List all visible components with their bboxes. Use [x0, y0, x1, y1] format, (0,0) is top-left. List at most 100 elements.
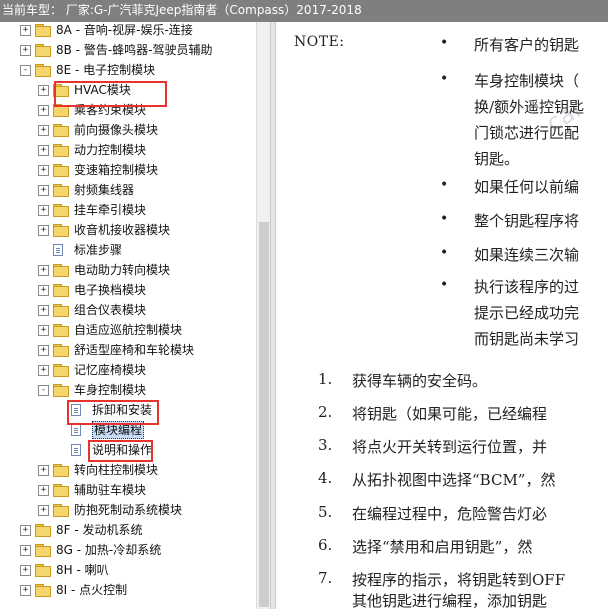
tree-item[interactable]: + 挂车牵引模块	[0, 200, 256, 220]
folder-icon	[53, 384, 69, 397]
step-number: 3.	[318, 436, 333, 454]
navigation-tree[interactable]: +8A - 音响-视屏-娱乐-连接 +8B - 警告-蜂鸣器-驾驶员辅助 -8E -…	[0, 22, 256, 609]
highlight-box-8e	[54, 81, 167, 107]
folder-icon	[35, 24, 51, 37]
expand-icon[interactable]: +	[38, 345, 49, 356]
note-text: 整个钥匙程序将	[474, 212, 580, 230]
tree-item-label: 挂车牵引模块	[74, 203, 147, 217]
expand-icon[interactable]: +	[20, 525, 31, 536]
tree-item[interactable]: + 自适应巡航控制模块	[0, 320, 256, 340]
expand-icon[interactable]: +	[38, 485, 49, 496]
expand-icon[interactable]: +	[38, 505, 49, 516]
tree-item-label: 辅助驻车模块	[74, 483, 147, 497]
tree-item[interactable]: + 变速箱控制模块	[0, 160, 256, 180]
note-text: 而钥匙尚未学习	[474, 330, 580, 348]
tree-item-label: 8G - 加热-冷却系统	[56, 543, 162, 557]
expand-icon[interactable]: +	[38, 105, 49, 116]
tree-item-label: 8H - 喇叭	[56, 563, 109, 577]
tree-item[interactable]: +8H - 喇叭	[0, 560, 256, 580]
expand-icon[interactable]: +	[38, 145, 49, 156]
tree-item[interactable]: + 组合仪表模块	[0, 300, 256, 320]
tree-item[interactable]: + 转向柱控制模块	[0, 460, 256, 480]
scrollbar-thumb[interactable]	[259, 222, 269, 607]
tree-item[interactable]: 标准步骤	[0, 240, 256, 260]
note-text: 钥匙。	[474, 150, 520, 168]
folder-icon	[35, 584, 51, 597]
expand-icon[interactable]: +	[20, 565, 31, 576]
document-icon	[71, 444, 81, 456]
expand-icon[interactable]: +	[38, 185, 49, 196]
folder-icon	[53, 504, 69, 517]
highlight-box-bcm	[67, 400, 159, 425]
tree-item[interactable]: + 辅助驻车模块	[0, 480, 256, 500]
folder-icon	[53, 124, 69, 137]
tree-item[interactable]: - 8E - 电子控制模块	[0, 60, 256, 80]
step-number: 2.	[318, 403, 333, 421]
expand-icon[interactable]: +	[38, 125, 49, 136]
collapse-icon[interactable]: -	[38, 385, 49, 396]
folder-icon	[53, 344, 69, 357]
tree-item[interactable]: + 电子换档模块	[0, 280, 256, 300]
tree-item-label: 记忆座椅模块	[74, 363, 147, 377]
expand-icon[interactable]: +	[38, 225, 49, 236]
note-text: 如果任何以前编	[474, 178, 580, 196]
tree-item-label: 变速箱控制模块	[74, 163, 159, 177]
folder-icon	[53, 284, 69, 297]
tree-item[interactable]: +8G - 加热-冷却系统	[0, 540, 256, 560]
tree-item[interactable]: - 车身控制模块	[0, 380, 256, 400]
folder-icon	[53, 144, 69, 157]
tree-item[interactable]: + 电动助力转向模块	[0, 260, 256, 280]
collapse-icon[interactable]: -	[20, 65, 31, 76]
step-number: 1.	[318, 370, 333, 388]
folder-icon	[53, 484, 69, 497]
vehicle-title: 当前车型： 厂家:G-广汽菲克Jeep指南者（Compass）2017-2018	[2, 3, 362, 17]
expand-icon[interactable]: +	[38, 325, 49, 336]
expand-icon[interactable]: +	[20, 545, 31, 556]
step-text: 其他钥匙进行编程，添加钥匙	[352, 592, 548, 609]
tree-item[interactable]: + 射频集线器	[0, 180, 256, 200]
tree-item[interactable]: +8B - 警告-蜂鸣器-驾驶员辅助	[0, 40, 256, 60]
folder-icon	[53, 164, 69, 177]
expand-icon[interactable]: +	[38, 85, 49, 96]
folder-icon	[35, 44, 51, 57]
tree-item[interactable]: +8F - 发动机系统	[0, 520, 256, 540]
folder-icon	[53, 204, 69, 217]
tree-item[interactable]: + 防抱死制动系统模块	[0, 500, 256, 520]
bullet-icon: •	[440, 211, 449, 227]
expand-icon[interactable]: +	[38, 165, 49, 176]
folder-icon	[53, 184, 69, 197]
expand-icon[interactable]: +	[38, 305, 49, 316]
tree-item-label: 组合仪表模块	[74, 303, 147, 317]
bullet-icon: •	[440, 35, 449, 51]
step-text: 在编程过程中，危险警告灯必	[352, 505, 548, 523]
expand-icon[interactable]: +	[38, 265, 49, 276]
tree-item-label: 车身控制模块	[74, 383, 147, 397]
expand-icon[interactable]: +	[38, 285, 49, 296]
tree-item-label: 收音机接收器模块	[74, 223, 171, 237]
tree-item[interactable]: + 前向摄像头模块	[0, 120, 256, 140]
tree-scrollbar[interactable]	[256, 22, 271, 609]
tree-item[interactable]: + 舒适型座椅和车轮模块	[0, 340, 256, 360]
note-label: NOTE:	[294, 34, 345, 50]
expand-icon[interactable]: +	[20, 25, 31, 36]
tree-item-label: 电动助力转向模块	[74, 263, 171, 277]
tree-item[interactable]: + 记忆座椅模块	[0, 360, 256, 380]
expand-icon[interactable]: +	[38, 205, 49, 216]
expand-icon[interactable]: +	[38, 465, 49, 476]
tree-item-label: 8B - 警告-蜂鸣器-驾驶员辅助	[56, 43, 213, 57]
tree-item[interactable]: + 收音机接收器模块	[0, 220, 256, 240]
step-text: 按程序的指示，将钥匙转到OFF	[352, 571, 566, 589]
expand-icon[interactable]: +	[20, 585, 31, 596]
tree-item[interactable]: + 动力控制模块	[0, 140, 256, 160]
tree-item[interactable]: +8A - 音响-视屏-娱乐-连接	[0, 22, 256, 40]
step-text: 从拓扑视图中选择“BCM”，然	[352, 471, 556, 489]
step-number: 5.	[318, 503, 333, 521]
folder-icon	[53, 224, 69, 237]
step-number: 7.	[318, 569, 333, 587]
expand-icon[interactable]: +	[38, 365, 49, 376]
expand-icon[interactable]: +	[20, 45, 31, 56]
tree-item[interactable]: +8I - 点火控制	[0, 580, 256, 600]
folder-icon	[35, 564, 51, 577]
note-text: 提示已经成功完	[474, 304, 580, 322]
tree-item-label: 防抱死制动系统模块	[74, 503, 183, 517]
